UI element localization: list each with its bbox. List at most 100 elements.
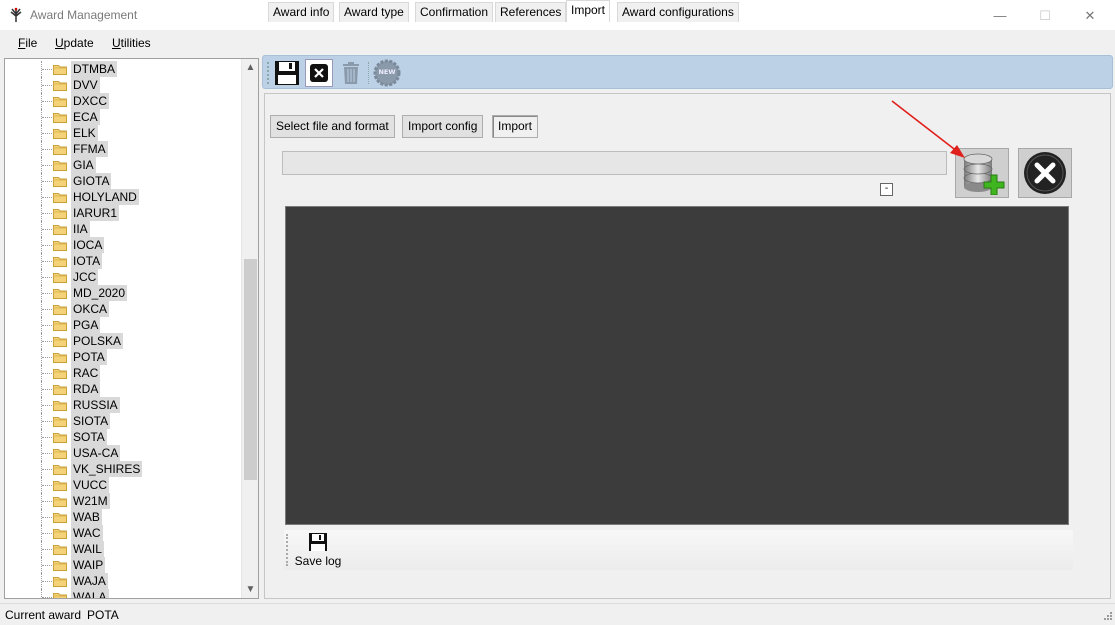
tree-item-label: ELK: [71, 125, 98, 141]
tab-award-configurations[interactable]: Award configurations: [617, 2, 739, 22]
tree-item-label: IIA: [71, 221, 90, 237]
menu-file[interactable]: File: [18, 36, 37, 50]
tree-item-label: SOTA: [71, 429, 107, 445]
tree-item[interactable]: WAIP: [5, 557, 241, 573]
folder-icon: [53, 209, 67, 219]
tree-item[interactable]: JCC: [5, 269, 241, 285]
tree-item[interactable]: IOCA: [5, 237, 241, 253]
tree-item[interactable]: IIA: [5, 221, 241, 237]
log-toolbar: Save log: [284, 530, 1073, 570]
import-log-area[interactable]: [285, 206, 1069, 525]
tree-item[interactable]: W21M: [5, 493, 241, 509]
tree-item[interactable]: VUCC: [5, 477, 241, 493]
import-to-database-button[interactable]: [955, 148, 1009, 198]
tree-item[interactable]: MD_2020: [5, 285, 241, 301]
tree-connector-line: [42, 197, 52, 198]
tree-item[interactable]: ECA: [5, 109, 241, 125]
tree-connector-line: [42, 421, 52, 422]
subtab-select-file-and-format[interactable]: Select file and format: [270, 115, 395, 138]
tree-item[interactable]: ELK: [5, 125, 241, 141]
tree-item-label: OKCA: [71, 301, 110, 317]
tree-connector-line: [42, 293, 52, 294]
tab-award-info[interactable]: Award info: [268, 2, 335, 22]
tree-item[interactable]: IOTA: [5, 253, 241, 269]
save-log-button[interactable]: Save log: [294, 532, 342, 568]
tree-connector-line: [42, 581, 52, 582]
tree-connector-line: [42, 357, 52, 358]
folder-icon: [53, 225, 67, 235]
minimize-button[interactable]: —: [977, 0, 1023, 31]
scroll-down-arrow-icon[interactable]: ▼: [242, 581, 258, 598]
tree-item[interactable]: RAC: [5, 365, 241, 381]
database-add-icon: [963, 153, 1005, 195]
menu-utilities[interactable]: Utilities: [112, 36, 151, 50]
current-award-value: POTA: [87, 608, 119, 622]
tree-item-label: DVV: [71, 77, 100, 93]
scroll-thumb[interactable]: [244, 259, 257, 480]
tree-item[interactable]: PGA: [5, 317, 241, 333]
log-toolbar-grip[interactable]: [286, 534, 288, 566]
delete-button[interactable]: [337, 59, 365, 87]
scroll-up-arrow-icon[interactable]: ▲: [242, 59, 258, 76]
tree-scrollbar[interactable]: ▲ ▼: [241, 59, 258, 598]
tree-item[interactable]: DXCC: [5, 93, 241, 109]
tab-confirmation[interactable]: Confirmation: [415, 2, 494, 22]
tree-item[interactable]: IARUR1: [5, 205, 241, 221]
toolbar-grip[interactable]: [267, 62, 269, 84]
tree-connector-line: [42, 389, 52, 390]
folder-icon: [53, 305, 67, 315]
tree-connector-line: [42, 325, 52, 326]
tree-item[interactable]: WAIL: [5, 541, 241, 557]
tree-item[interactable]: DVV: [5, 77, 241, 93]
tree-item[interactable]: SOTA: [5, 429, 241, 445]
tree-item[interactable]: HOLYLAND: [5, 189, 241, 205]
tree-connector-line: [42, 149, 52, 150]
tree-item[interactable]: DTMBA: [5, 61, 241, 77]
folder-icon: [53, 497, 67, 507]
collapse-button[interactable]: -: [880, 183, 893, 196]
cancel-import-button[interactable]: [1018, 148, 1072, 198]
tree-item[interactable]: OKCA: [5, 301, 241, 317]
tree-item[interactable]: POLSKA: [5, 333, 241, 349]
award-tree[interactable]: DTMBA DVV DXCC ECA ELK FFMA GIA GIOTA HOLYLAND IA…: [4, 58, 259, 599]
tree-item[interactable]: GIA: [5, 157, 241, 173]
close-button[interactable]: ✕: [1067, 0, 1113, 31]
save-button[interactable]: [273, 59, 301, 87]
tree-item[interactable]: WAB: [5, 509, 241, 525]
tree-item[interactable]: USA-CA: [5, 445, 241, 461]
tree-connector-line: [42, 229, 52, 230]
menu-update[interactable]: Update: [55, 36, 94, 50]
floppy-disk-icon: [275, 61, 299, 85]
tree-item[interactable]: POTA: [5, 349, 241, 365]
folder-icon: [53, 161, 67, 171]
tree-item[interactable]: WALA: [5, 589, 241, 598]
current-award-label: Current award: [5, 608, 82, 622]
subtab-import[interactable]: Import: [492, 115, 539, 138]
tree-item-label: FFMA: [71, 141, 108, 157]
tab-import[interactable]: Import: [566, 0, 611, 22]
tree-item[interactable]: VK_SHIRES: [5, 461, 241, 477]
cancel-circle-icon: [1024, 152, 1066, 194]
resize-grip-icon[interactable]: [1101, 611, 1113, 623]
menu-file-rest: ile: [25, 36, 38, 50]
tree-item[interactable]: SIOTA: [5, 413, 241, 429]
tree-item[interactable]: WAJA: [5, 573, 241, 589]
close-record-button[interactable]: [305, 59, 333, 87]
tree-item-label: MD_2020: [71, 285, 128, 301]
new-button[interactable]: NEW: [373, 59, 401, 87]
folder-icon: [53, 241, 67, 251]
folder-icon: [53, 97, 67, 107]
tree-item[interactable]: WAC: [5, 525, 241, 541]
tree-item[interactable]: RDA: [5, 381, 241, 397]
tree-item[interactable]: FFMA: [5, 141, 241, 157]
new-label: NEW: [378, 68, 396, 76]
tree-item-label: VUCC: [71, 477, 110, 493]
tree-item[interactable]: GIOTA: [5, 173, 241, 189]
maximize-button[interactable]: ☐: [1022, 0, 1068, 31]
tree-item-label: WAIL: [71, 541, 104, 557]
tree-item-label: RDA: [71, 381, 101, 397]
tab-award-type[interactable]: Award type: [339, 2, 409, 22]
tab-references[interactable]: References: [495, 2, 567, 22]
tree-item[interactable]: RUSSIA: [5, 397, 241, 413]
subtab-import-config[interactable]: Import config: [402, 115, 484, 138]
